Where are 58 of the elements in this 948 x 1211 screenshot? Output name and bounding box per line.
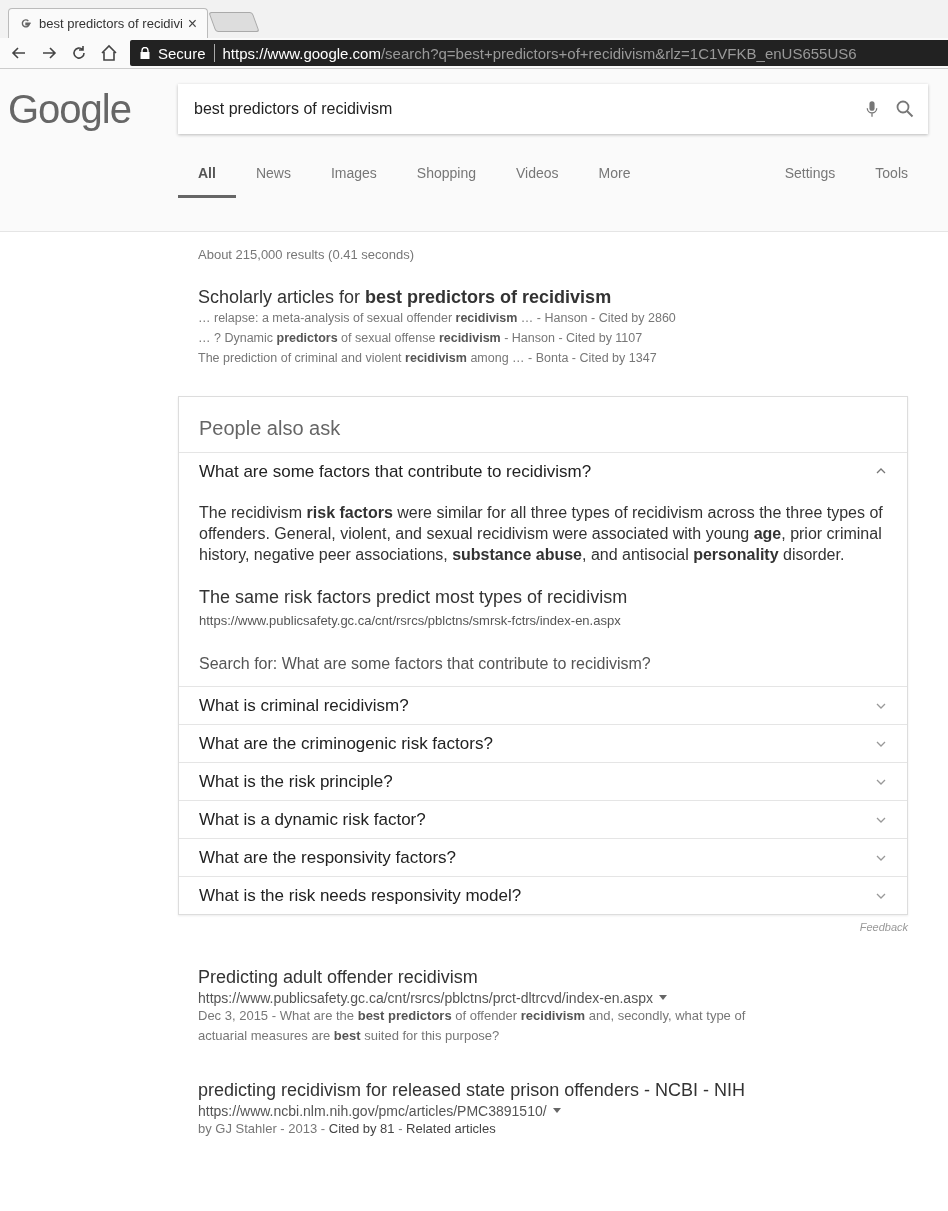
reload-icon[interactable]: [70, 44, 88, 62]
lock-icon: [140, 47, 150, 59]
question-text: What is the risk needs responsivity model?: [199, 885, 522, 906]
result-url: https://www.ncbi.nlm.nih.gov/pmc/articles/PMC3891510/: [198, 1103, 547, 1119]
secure-label: Secure: [158, 44, 206, 62]
source-url: https://www.publicsafety.gc.ca/cnt/rsrcs/pblctns/smrsk-fctrs/index-en.aspx: [199, 612, 622, 630]
question-row[interactable]: What is a dynamic risk factor?: [179, 801, 907, 838]
result-url: https://www.publicsafety.gc.ca/cnt/rsrcs/pblctns/prct-dltrcvd/index-en.aspx: [198, 990, 653, 1006]
home-icon[interactable]: [100, 44, 118, 62]
search-tab[interactable]: Shopping: [396, 165, 496, 198]
question-text: What are the criminogenic risk factors?: [199, 733, 493, 754]
search-tab[interactable]: News: [235, 165, 311, 198]
question-text: What is the risk principle?: [199, 771, 393, 792]
question-text: What are the responsivity factors?: [199, 847, 456, 868]
scholarly-article-link[interactable]: … relapse: a meta-analysis of sexual offender recidivism … - Hanson - Cited by 2860: [198, 308, 928, 328]
result-meta-link[interactable]: Related articles: [406, 1121, 496, 1136]
result-snippet: Dec 3, 2015 - What are the best predictors of offender recidivism and, secondly, what type of actuarial measures are best suited for this purpose?: [198, 1008, 746, 1043]
url-path: /search?q=best+predictors+of+recidivism&rlz=1C1VFKB_enUS655US6: [380, 44, 857, 62]
search-icon[interactable]: [896, 100, 914, 118]
source-title-link[interactable]: The same risk factors predict most types of recidivism: [199, 587, 887, 608]
question-text: What is a dynamic risk factor?: [199, 809, 426, 830]
scholarly-heading[interactable]: Scholarly articles for best predictors of recidivism: [198, 287, 928, 308]
search-tool-link[interactable]: Settings: [764, 165, 856, 198]
search-for-link[interactable]: Search for: What are some factors that contribute to recidivism?: [199, 653, 887, 678]
tab-title: best predictors of recidivi: [39, 16, 182, 31]
search-tab[interactable]: More: [578, 165, 651, 198]
question-row[interactable]: What are some factors that contribute to recidivism?: [179, 453, 907, 490]
url-host: https://www.google.com: [222, 44, 381, 62]
question-row[interactable]: What are the responsivity factors?: [179, 839, 907, 876]
question-row[interactable]: What is criminal recidivism?: [179, 687, 907, 724]
result-meta-link[interactable]: Cited by 81: [328, 1121, 395, 1136]
result-snippet: -: [397, 1121, 404, 1136]
result-snippet: by GJ Stahler - 2013 -: [198, 1121, 327, 1136]
google-logo[interactable]: Google: [8, 86, 178, 132]
google-g-icon: [19, 16, 33, 31]
question-text: What is criminal recidivism?: [199, 695, 409, 716]
question-row[interactable]: What are the criminogenic risk factors?: [179, 725, 907, 762]
answer-paragraph: The recidivism risk factors were similar for all three types of recidivism across the three types of offenders. General, violent, and sexual recidivism were associated with young age, prior criminal history, negative peer associations, substance abuse, and antisocial personality disorder.: [199, 503, 884, 565]
search-tab[interactable]: All: [178, 165, 236, 198]
scholarly-article-link[interactable]: … ? Dynamic predictors of sexual offense recidivism - Hanson - Cited by 1107: [198, 328, 928, 348]
result-title-link[interactable]: predicting recidivism for released state prison offenders - NCBI - NIH: [198, 1080, 928, 1101]
microphone-icon[interactable]: [866, 100, 878, 118]
question-row[interactable]: What is the risk needs responsivity model?: [179, 877, 907, 914]
close-tab-button[interactable]: ×: [187, 14, 197, 33]
result-stats: About 215,000 results (0.41 seconds): [198, 246, 416, 264]
dropdown-caret-icon[interactable]: [552, 1108, 561, 1114]
search-field[interactable]: best predictors of recidivism: [178, 84, 928, 134]
people-also-ask-heading: People also ask: [179, 397, 907, 453]
result-title-link[interactable]: Predicting adult offender recidivism: [198, 967, 928, 988]
search-tab[interactable]: Images: [310, 165, 397, 198]
search-tab[interactable]: Videos: [496, 165, 579, 198]
search-tool-link[interactable]: Tools: [855, 165, 928, 198]
dropdown-caret-icon[interactable]: [658, 995, 667, 1001]
question-row[interactable]: What is the risk principle?: [179, 763, 907, 800]
scholarly-article-link[interactable]: The prediction of criminal and violent recidivism among … - Bonta - Cited by 1347: [198, 348, 928, 368]
question-text: What are some factors that contribute to recidivism?: [199, 461, 592, 482]
address-bar[interactable]: Secure https://www.google.com/search?q=best+predictors+of+recidivism&rlz=1C1VFKB_enUS655US6: [130, 40, 948, 66]
browser-tab[interactable]: best predictors of recidivi ×: [8, 8, 208, 38]
